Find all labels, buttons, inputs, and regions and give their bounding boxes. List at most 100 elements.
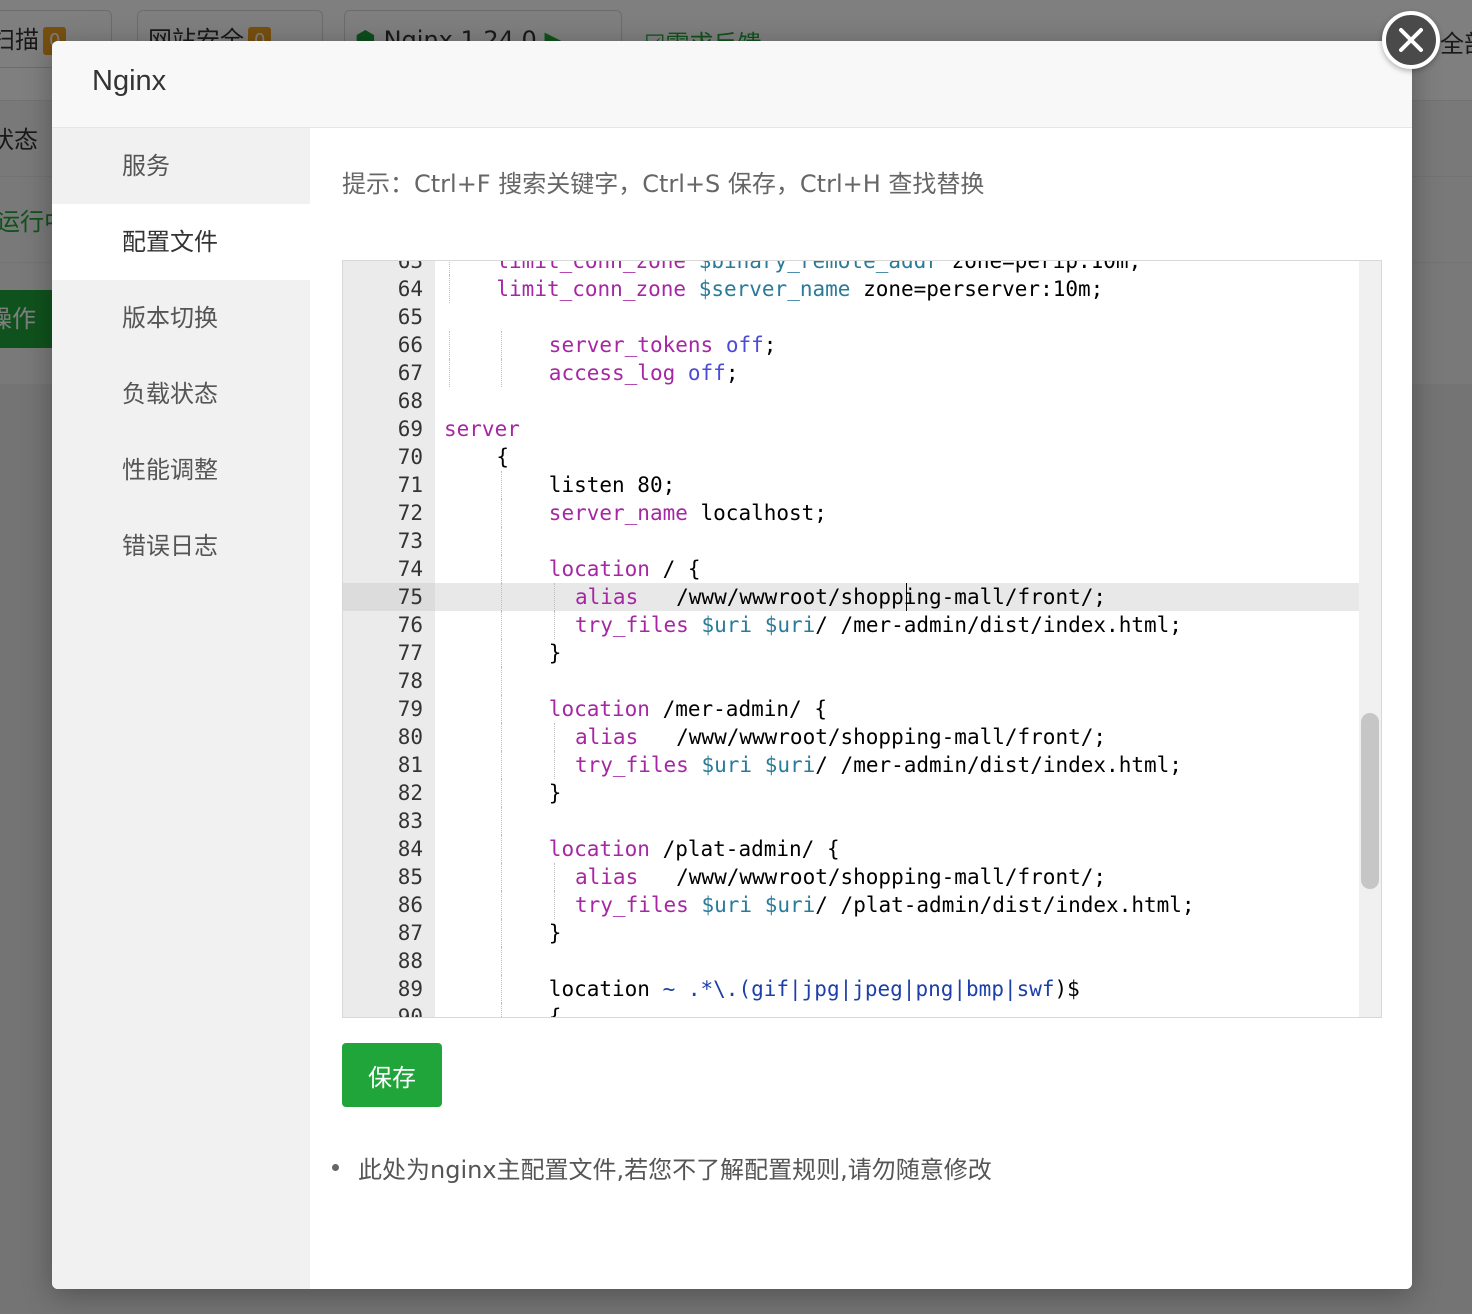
modal-title: Nginx <box>92 65 167 97</box>
code-line[interactable]: 72 server_name localhost; <box>343 499 1359 527</box>
line-number: 85 <box>397 865 423 889</box>
indent-guide <box>501 695 503 723</box>
line-number: 73 <box>397 529 423 553</box>
code-line[interactable]: 83 <box>343 807 1359 835</box>
indent-guide <box>501 667 503 695</box>
indent-guide <box>449 359 450 387</box>
code-line[interactable]: 86 try_files $uri $uri/ /plat-admin/dist/… <box>343 891 1359 919</box>
code-line[interactable]: 68 <box>343 387 1359 415</box>
code-line[interactable]: 84 location /plat-admin/ { <box>343 835 1359 863</box>
editor-scrollbar-thumb[interactable] <box>1361 713 1379 889</box>
code-line[interactable]: 82} <box>343 779 1359 807</box>
code-line[interactable]: 88 <box>343 947 1359 975</box>
line-number: 72 <box>397 501 423 525</box>
indent-guide <box>501 891 503 919</box>
indent-guide <box>501 499 503 527</box>
editor-scrollbar-track[interactable] <box>1359 261 1381 1017</box>
indent-guide <box>501 331 503 359</box>
code-line[interactable]: 67 access_log off; <box>343 359 1359 387</box>
code-line[interactable]: 80 alias /www/wwwroot/shopping-mall/front… <box>343 723 1359 751</box>
modal-content: 提示：Ctrl+F 搜索关键字，Ctrl+S 保存，Ctrl+H 查找替换 63… <box>310 128 1412 1289</box>
indent-guide <box>501 835 503 863</box>
indent-guide <box>449 331 450 359</box>
indent-guide <box>501 863 503 891</box>
indent-guide <box>553 891 555 919</box>
code-text: server_name localhost; <box>548 501 827 525</box>
code-line[interactable]: 89 location ~ .*\.(gif|jpg|jpeg|png|bmp|s… <box>343 975 1359 1003</box>
indent-guide <box>553 583 555 611</box>
code-text: alias /www/wwwroot/shopping-mall/front/; <box>575 585 1107 609</box>
line-number: 70 <box>397 445 423 469</box>
code-text: alias /www/wwwroot/shopping-mall/front/; <box>575 725 1107 749</box>
line-number: 64 <box>397 277 423 301</box>
sidebar-item-performance[interactable]: 性能调整 <box>52 432 310 508</box>
line-number: 80 <box>397 725 423 749</box>
indent-guide <box>449 275 450 303</box>
code-text: try_files $uri $uri/ /plat-admin/dist/in… <box>575 893 1195 917</box>
line-number: 77 <box>397 641 423 665</box>
sidebar-item-load-status[interactable]: 负载状态 <box>52 356 310 432</box>
indent-guide <box>501 947 503 975</box>
code-line[interactable]: 69 server <box>343 415 1359 443</box>
code-line[interactable]: 78 <box>343 667 1359 695</box>
sidebar-item-config-file[interactable]: 配置文件 <box>52 204 310 280</box>
indent-guide <box>553 611 555 639</box>
line-number: 81 <box>397 753 423 777</box>
code-line[interactable]: 76 try_files $uri $uri/ /mer-admin/dist/i… <box>343 611 1359 639</box>
close-icon <box>1399 28 1423 52</box>
code-line[interactable]: 64 limit_conn_zone $server_name zone=pers… <box>343 275 1359 303</box>
indent-guide <box>501 807 503 835</box>
code-text: } <box>548 921 562 945</box>
indent-guide <box>501 527 503 555</box>
line-number: 83 <box>397 809 423 833</box>
indent-guide <box>501 751 503 779</box>
code-text: try_files $uri $uri/ /mer-admin/dist/ind… <box>575 613 1182 637</box>
code-text: listen 80; <box>548 473 676 497</box>
code-line[interactable]: 75 alias /www/wwwroot/shopping-mall/front… <box>343 583 1359 611</box>
code-line[interactable]: 77} <box>343 639 1359 667</box>
indent-guide <box>501 583 503 611</box>
code-line[interactable]: 85 alias /www/wwwroot/shopping-mall/front… <box>343 863 1359 891</box>
code-line[interactable]: 87} <box>343 919 1359 947</box>
code-text: limit_conn_zone $server_name zone=perser… <box>496 277 1104 301</box>
line-number: 79 <box>397 697 423 721</box>
code-line[interactable]: 74 location / { <box>343 555 1359 583</box>
code-line[interactable]: 66 server_tokens off; <box>343 331 1359 359</box>
code-line[interactable]: 81 try_files $uri $uri/ /mer-admin/dist/i… <box>343 751 1359 779</box>
sidebar-item-version-switch[interactable]: 版本切换 <box>52 280 310 356</box>
code-text: location / { <box>548 557 701 581</box>
line-number: 74 <box>397 557 423 581</box>
code-text: access_log off; <box>548 361 739 385</box>
code-line[interactable]: 79 location /mer-admin/ { <box>343 695 1359 723</box>
code-line[interactable]: 73 <box>343 527 1359 555</box>
code-line[interactable]: 65 <box>343 303 1359 331</box>
close-modal-button[interactable] <box>1382 11 1440 69</box>
save-button[interactable]: 保存 <box>342 1043 442 1107</box>
indent-guide <box>553 863 555 891</box>
code-lines[interactable]: 63 limit_conn_zone $binary_remote_addr zo… <box>343 260 1359 1017</box>
sidebar-item-service[interactable]: 服务 <box>52 128 310 204</box>
modal-header: Nginx <box>52 41 1412 128</box>
code-line[interactable]: 63 limit_conn_zone $binary_remote_addr zo… <box>343 260 1359 275</box>
code-text: } <box>548 641 562 665</box>
code-editor[interactable]: 63 limit_conn_zone $binary_remote_addr zo… <box>342 260 1382 1018</box>
code-line[interactable]: 70 { <box>343 443 1359 471</box>
code-line[interactable]: 71 listen 80; <box>343 471 1359 499</box>
indent-guide <box>501 555 503 583</box>
indent-guide <box>449 261 450 275</box>
line-number: 65 <box>397 305 423 329</box>
code-text: { <box>496 445 510 469</box>
line-number: 89 <box>397 977 423 1001</box>
line-number: 82 <box>397 781 423 805</box>
code-text: alias /www/wwwroot/shopping-mall/front/; <box>575 865 1107 889</box>
line-number: 88 <box>397 949 423 973</box>
code-text: try_files $uri $uri/ /mer-admin/dist/ind… <box>575 753 1182 777</box>
indent-guide <box>553 723 555 751</box>
line-number: 63 <box>397 260 423 273</box>
sidebar-item-error-log[interactable]: 错误日志 <box>52 508 310 584</box>
indent-guide <box>501 611 503 639</box>
code-text: location ~ .*\.(gif|jpg|jpeg|png|bmp|swf… <box>548 977 1080 1001</box>
modal-sidebar: 服务 配置文件 版本切换 负载状态 性能调整 错误日志 <box>52 128 310 1289</box>
code-line[interactable]: 90 { <box>343 1003 1359 1017</box>
line-number: 87 <box>397 921 423 945</box>
